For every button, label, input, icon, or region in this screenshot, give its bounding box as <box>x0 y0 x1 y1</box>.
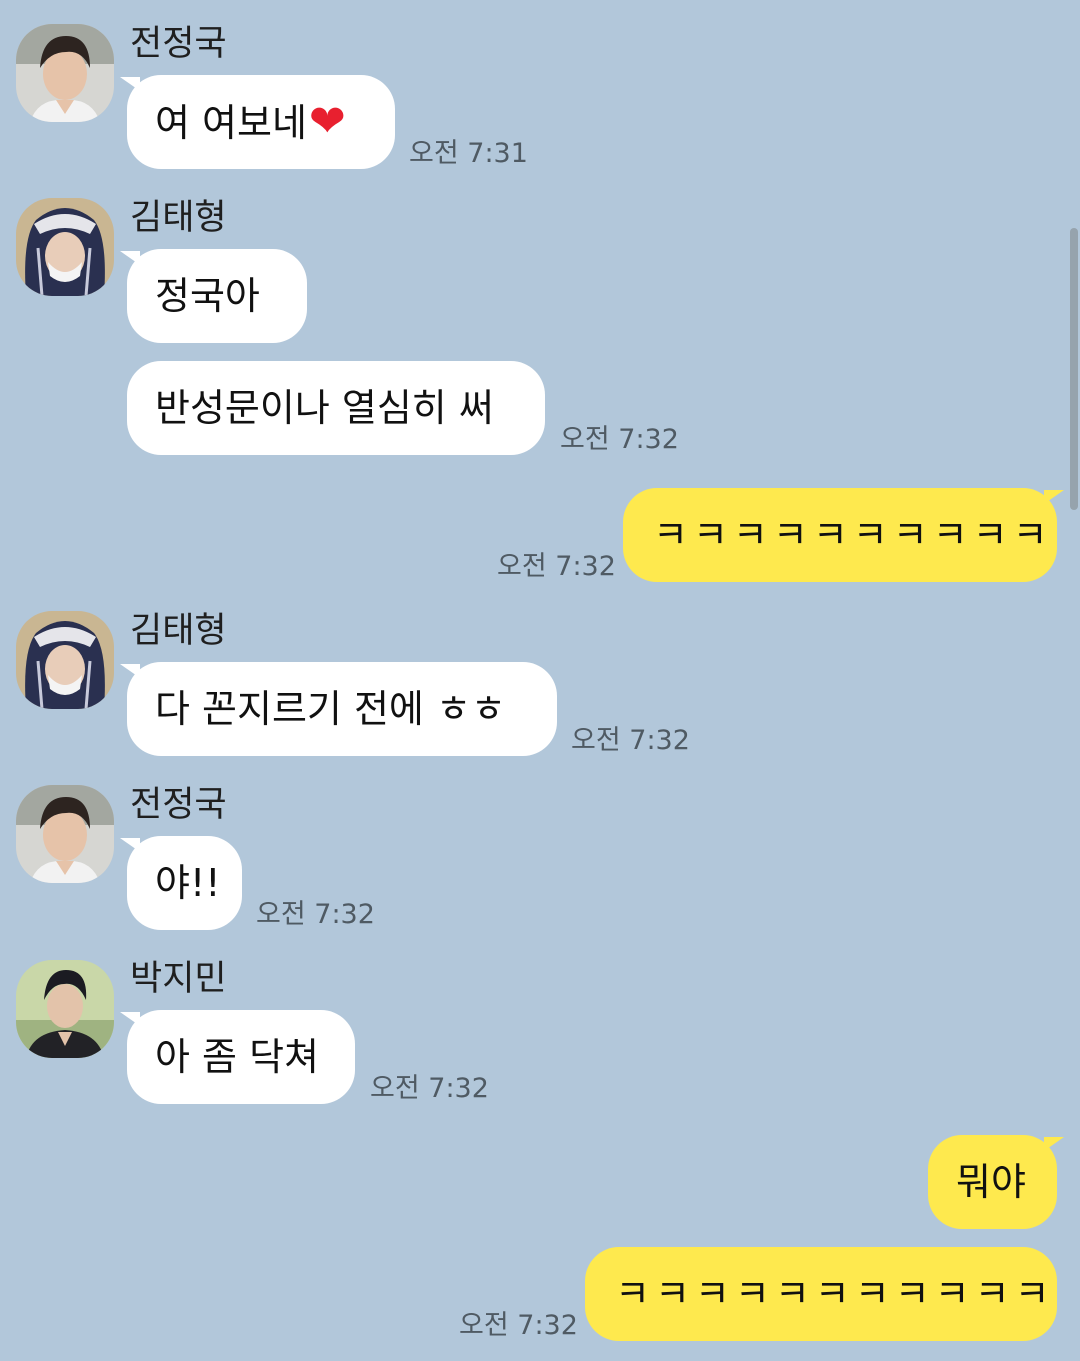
message-text: 다 꼰지르기 전에 ㅎㅎ <box>155 687 506 731</box>
message-text: ㅋㅋㅋㅋㅋㅋㅋㅋㅋㅋ <box>653 513 1053 557</box>
message-timestamp: 오전 7:32 <box>370 1073 489 1104</box>
message-text: 뭐야 <box>956 1160 1026 1204</box>
message-bubble[interactable]: 여 여보네❤ <box>120 75 395 169</box>
profile-avatar-taehyung[interactable] <box>16 611 114 709</box>
message-bubble[interactable]: 다 꼰지르기 전에 ㅎㅎ <box>120 662 557 756</box>
message-bubble[interactable]: 반성문이나 열심히 써 <box>127 361 545 455</box>
message-timestamp: 오전 7:32 <box>497 551 616 582</box>
heart-icon: ❤ <box>308 96 346 147</box>
message-timestamp: 오전 7:32 <box>571 725 690 756</box>
message-text: 정국아 <box>155 274 260 318</box>
profile-avatar-jungkook[interactable] <box>16 785 114 883</box>
my-message-bubble[interactable]: ㅋㅋㅋㅋㅋㅋㅋㅋㅋㅋㅋ <box>585 1247 1057 1341</box>
message-timestamp: 오전 7:32 <box>459 1310 578 1341</box>
message-timestamp: 오전 7:31 <box>409 138 528 169</box>
sender-name: 전정국 <box>130 785 227 825</box>
message-text: ㅋㅋㅋㅋㅋㅋㅋㅋㅋㅋㅋ <box>615 1272 1055 1316</box>
message-text: 반성문이나 열심히 써 <box>155 386 494 430</box>
message-bubble[interactable]: 정국아 <box>120 249 307 343</box>
message-text: 여 여보네 <box>155 101 307 145</box>
profile-avatar-taehyung[interactable] <box>16 198 114 296</box>
my-message-bubble[interactable]: ㅋㅋㅋㅋㅋㅋㅋㅋㅋㅋ <box>623 488 1064 582</box>
scrollbar-thumb[interactable] <box>1070 228 1078 510</box>
sender-name: 전정국 <box>130 24 227 64</box>
message-bubble[interactable]: 야!! <box>120 836 242 930</box>
chat-room: 전정국 여 여보네❤ 오전 7:31 김태형 정국아 반성문이나 열심히 써 오… <box>0 0 1080 1361</box>
sender-name: 김태형 <box>130 611 227 651</box>
sender-name: 박지민 <box>130 959 227 999</box>
message-timestamp: 오전 7:32 <box>560 424 679 455</box>
profile-avatar-jungkook[interactable] <box>16 24 114 122</box>
message-text: 아 좀 닥쳐 <box>155 1035 319 1079</box>
message-bubble[interactable]: 아 좀 닥쳐 <box>120 1010 355 1104</box>
message-text: 야!! <box>155 861 221 905</box>
message-timestamp: 오전 7:32 <box>256 899 375 930</box>
sender-name: 김태형 <box>130 198 227 238</box>
my-message-bubble[interactable]: 뭐야 <box>928 1135 1064 1229</box>
profile-avatar-jimin[interactable] <box>16 960 114 1058</box>
